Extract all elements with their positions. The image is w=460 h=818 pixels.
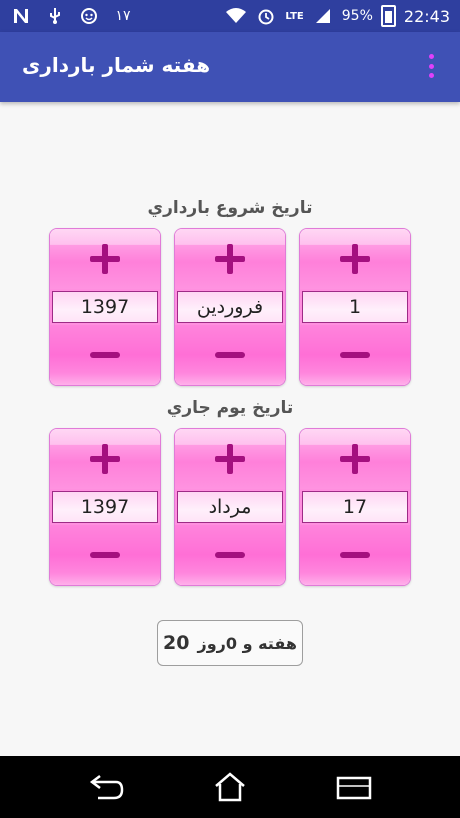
current-month-picker: مرداد bbox=[174, 428, 286, 586]
recents-icon[interactable] bbox=[334, 770, 374, 804]
usb-icon bbox=[44, 5, 66, 27]
current-day-minus-button[interactable] bbox=[300, 525, 410, 585]
plus-icon bbox=[215, 244, 245, 274]
start-year-value[interactable]: 1397 bbox=[52, 291, 158, 323]
current-month-minus-button[interactable] bbox=[175, 525, 285, 585]
current-year-plus-button[interactable] bbox=[50, 429, 160, 489]
n-icon bbox=[10, 5, 32, 27]
wifi-icon bbox=[225, 5, 247, 27]
back-icon[interactable] bbox=[86, 770, 126, 804]
face-icon bbox=[78, 5, 100, 27]
signal-icon bbox=[312, 5, 334, 27]
current-day-value[interactable]: 17 bbox=[302, 491, 408, 523]
minus-icon bbox=[340, 552, 370, 558]
navigation-bar bbox=[0, 756, 460, 818]
start-month-minus-button[interactable] bbox=[175, 325, 285, 385]
start-month-value[interactable]: فروردين bbox=[177, 291, 283, 323]
plus-icon bbox=[215, 444, 245, 474]
status-bar: ۱۷ LTE 95% 22:43 bbox=[0, 0, 460, 32]
battery-percent: 95% bbox=[341, 8, 373, 24]
start-day-picker: 1 bbox=[299, 228, 411, 386]
current-year-minus-button[interactable] bbox=[50, 525, 160, 585]
alarm-icon bbox=[255, 5, 277, 27]
app-bar: هفته شمار بارداری bbox=[0, 32, 460, 102]
start-day-minus-button[interactable] bbox=[300, 325, 410, 385]
overflow-menu-icon[interactable] bbox=[426, 54, 436, 78]
start-year-minus-button[interactable] bbox=[50, 325, 160, 385]
plus-icon bbox=[340, 444, 370, 474]
start-day-value[interactable]: 1 bbox=[302, 291, 408, 323]
current-date-title: تاريخ يوم جاري bbox=[166, 398, 294, 418]
home-icon[interactable] bbox=[210, 770, 250, 804]
start-day-plus-button[interactable] bbox=[300, 229, 410, 289]
start-date-title: تاريخ شروع بارداري bbox=[147, 198, 313, 218]
start-year-plus-button[interactable] bbox=[50, 229, 160, 289]
current-day-picker: 17 bbox=[299, 428, 411, 586]
result-weeks: 20 bbox=[163, 632, 190, 654]
minus-icon bbox=[215, 552, 245, 558]
plus-icon bbox=[340, 244, 370, 274]
result-box: هفته و 0روز 20 bbox=[157, 620, 303, 666]
current-month-value[interactable]: مرداد bbox=[177, 491, 283, 523]
start-month-plus-button[interactable] bbox=[175, 229, 285, 289]
clock: 22:43 bbox=[403, 6, 450, 26]
result-text: هفته و 0روز bbox=[197, 633, 297, 653]
minus-icon bbox=[90, 552, 120, 558]
minus-icon bbox=[90, 352, 120, 358]
current-year-value[interactable]: 1397 bbox=[52, 491, 158, 523]
plus-icon bbox=[90, 244, 120, 274]
start-year-picker: 1397 bbox=[49, 228, 161, 386]
persian-digit-17: ۱۷ bbox=[115, 8, 131, 24]
battery-icon bbox=[380, 5, 396, 27]
current-day-plus-button[interactable] bbox=[300, 429, 410, 489]
minus-icon bbox=[340, 352, 370, 358]
current-year-picker: 1397 bbox=[49, 428, 161, 586]
start-month-picker: فروردين bbox=[174, 228, 286, 386]
minus-icon bbox=[215, 352, 245, 358]
plus-icon bbox=[90, 444, 120, 474]
lte-label: LTE bbox=[285, 10, 304, 22]
app-title: هفته شمار بارداری bbox=[22, 53, 211, 77]
current-month-plus-button[interactable] bbox=[175, 429, 285, 489]
